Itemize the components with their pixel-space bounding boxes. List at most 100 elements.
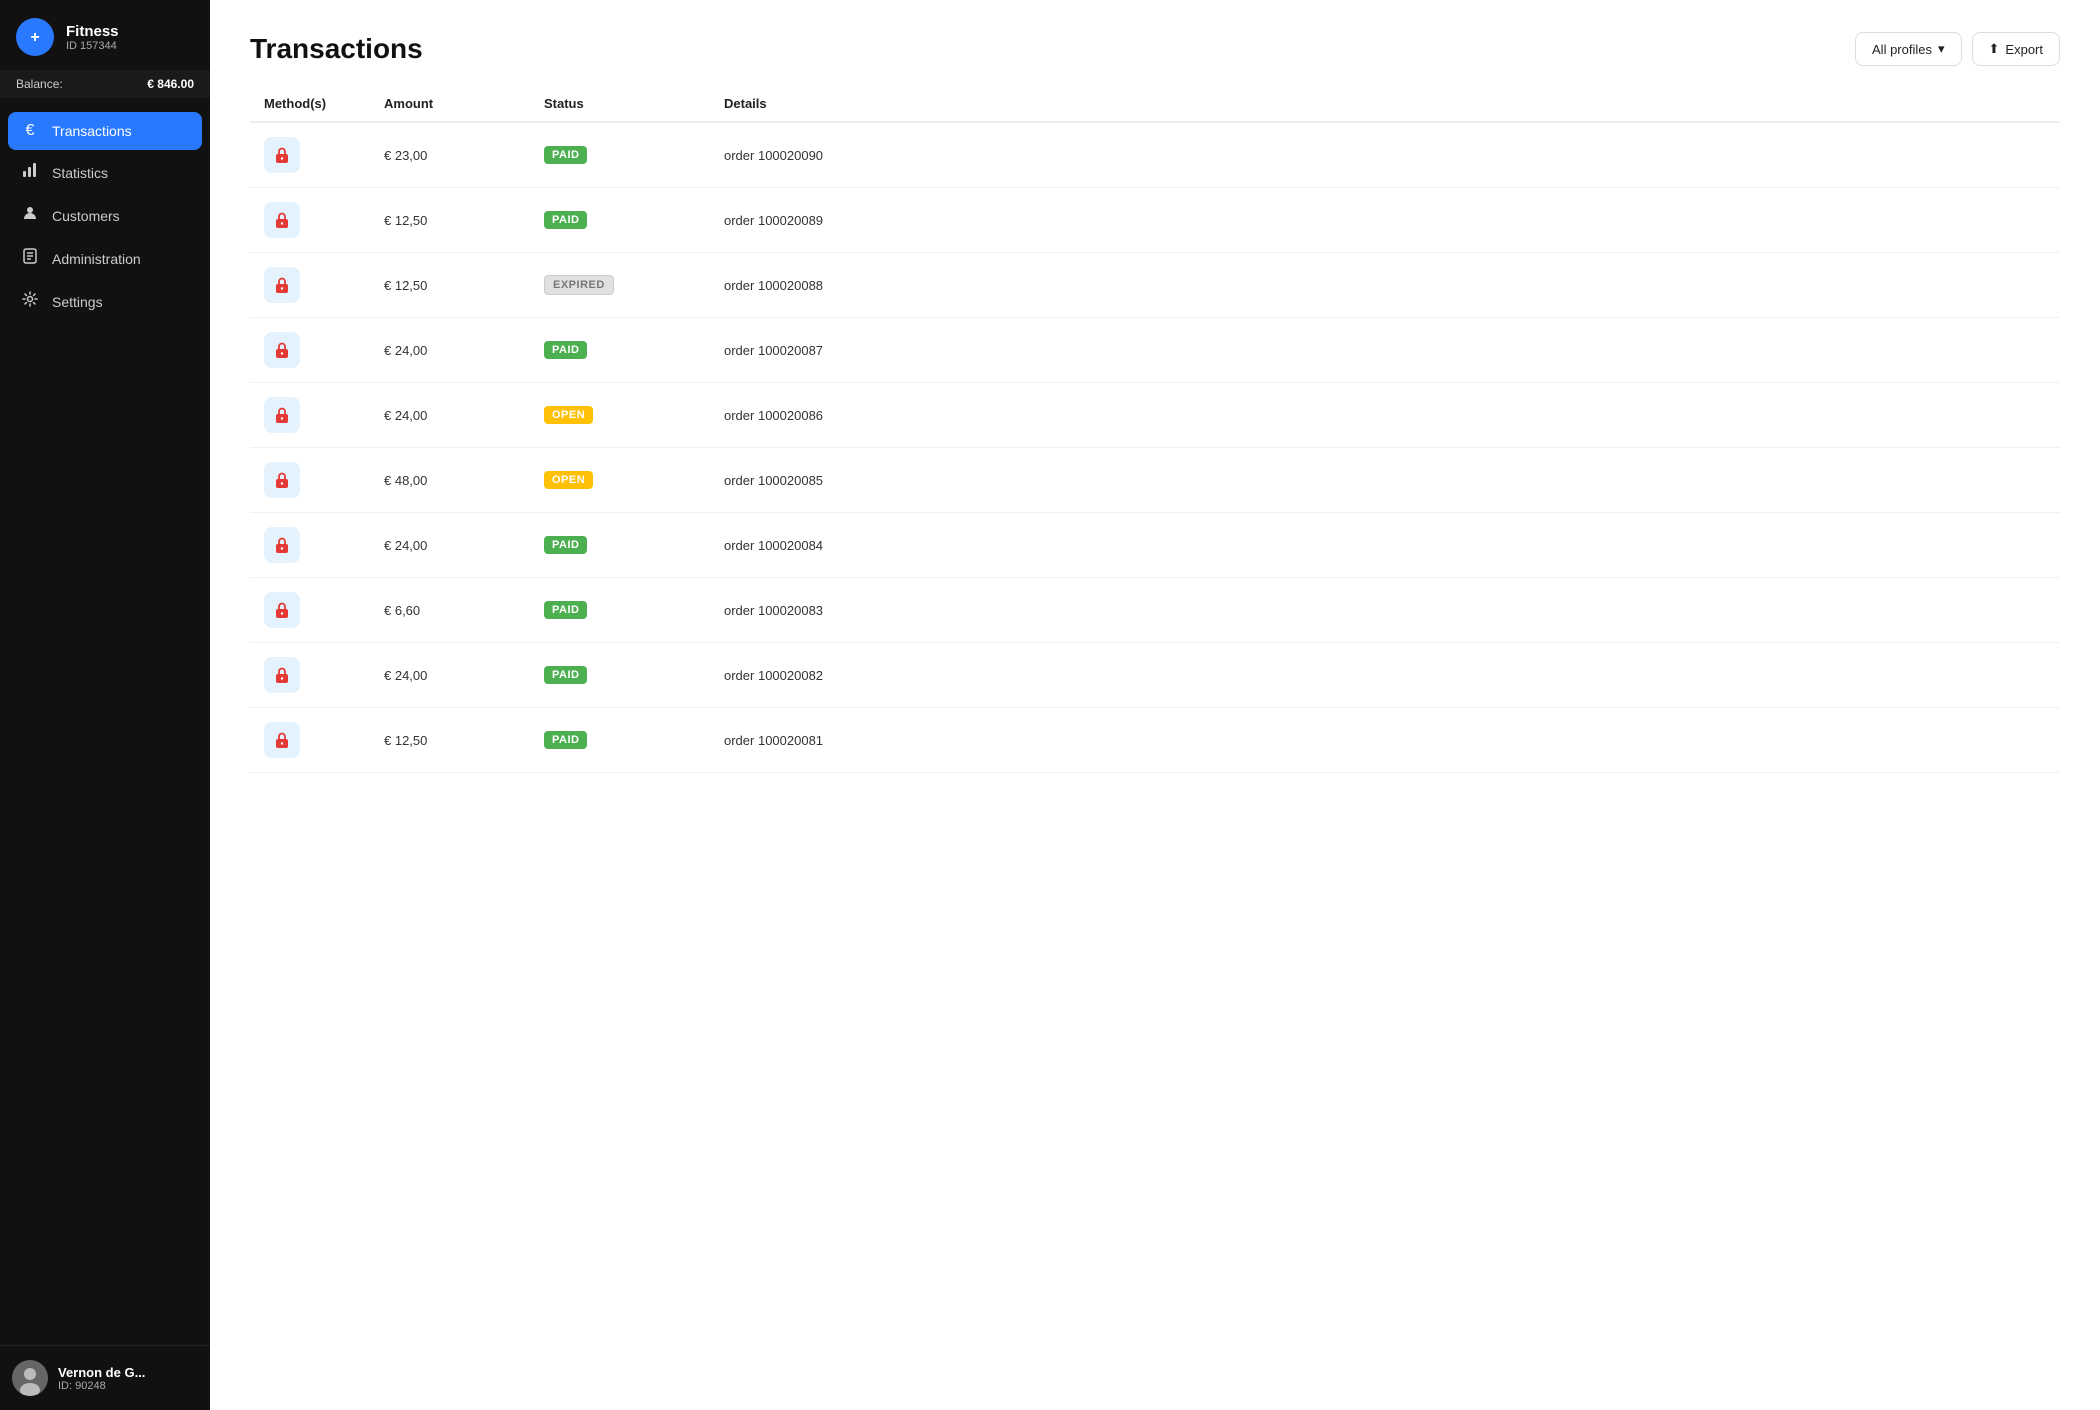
transactions-table-container: Method(s) Amount Status Details € 23,00 P…	[210, 86, 2100, 773]
cell-status: PAID	[530, 708, 710, 773]
cell-method	[250, 383, 370, 448]
status-badge: PAID	[544, 146, 587, 164]
cell-amount: € 24,00	[370, 318, 530, 383]
user-name: Vernon de G...	[58, 1365, 145, 1380]
page-header: Transactions All profiles ▾ ⬆ Export	[210, 0, 2100, 86]
cell-details: order 100020086	[710, 383, 2060, 448]
sidebar-item-settings[interactable]: Settings	[8, 281, 202, 322]
status-badge: PAID	[544, 731, 587, 749]
lock-icon	[264, 397, 300, 433]
brand-info: Fitness ID 157344	[66, 23, 119, 52]
status-badge: OPEN	[544, 471, 593, 489]
col-header-status: Status	[530, 86, 710, 122]
cell-amount: € 23,00	[370, 122, 530, 188]
cell-details: order 100020085	[710, 448, 2060, 513]
user-id: ID: 90248	[58, 1380, 145, 1392]
col-header-methods: Method(s)	[250, 86, 370, 122]
table-row[interactable]: € 12,50EXPIREDorder 100020088	[250, 253, 2060, 318]
cell-amount: € 48,00	[370, 448, 530, 513]
cell-method	[250, 122, 370, 188]
lock-icon	[264, 332, 300, 368]
cell-details: order 100020081	[710, 708, 2060, 773]
lock-icon	[264, 137, 300, 173]
cell-amount: € 24,00	[370, 383, 530, 448]
brand-block[interactable]: + Fitness ID 157344	[0, 0, 210, 70]
avatar	[12, 1360, 48, 1396]
balance-bar: Balance: € 846.00	[0, 70, 210, 98]
cell-amount: € 24,00	[370, 643, 530, 708]
cell-status: PAID	[530, 643, 710, 708]
euro-icon: €	[20, 122, 40, 140]
lock-icon	[264, 722, 300, 758]
table-row[interactable]: € 12,50PAIDorder 100020089	[250, 188, 2060, 253]
lock-icon	[264, 527, 300, 563]
chart-icon	[20, 162, 40, 183]
cell-method	[250, 318, 370, 383]
cell-status: EXPIRED	[530, 253, 710, 318]
cell-amount: € 6,60	[370, 578, 530, 643]
lock-icon	[264, 202, 300, 238]
nav-label-transactions: Transactions	[52, 123, 132, 139]
status-badge: OPEN	[544, 406, 593, 424]
cell-method	[250, 448, 370, 513]
nav-label-statistics: Statistics	[52, 165, 108, 181]
export-icon: ⬆	[1989, 41, 2000, 57]
lock-icon	[264, 267, 300, 303]
export-button[interactable]: ⬆ Export	[1972, 32, 2060, 66]
cell-status: PAID	[530, 513, 710, 578]
gear-icon	[20, 291, 40, 312]
chevron-down-icon: ▾	[1938, 41, 1945, 57]
cell-details: order 100020084	[710, 513, 2060, 578]
status-badge: PAID	[544, 601, 587, 619]
nav-label-administration: Administration	[52, 251, 141, 267]
table-row[interactable]: € 23,00 PAID order 100020090	[250, 122, 2060, 188]
status-badge: EXPIRED	[544, 275, 614, 295]
main-content: Transactions All profiles ▾ ⬆ Export Met…	[210, 0, 2100, 1410]
table-row[interactable]: € 24,00 OPEN order 100020086	[250, 383, 2060, 448]
table-row[interactable]: € 6,60 PAID order 100020083	[250, 578, 2060, 643]
brand-name: Fitness	[66, 23, 119, 40]
status-badge: PAID	[544, 211, 587, 229]
table-row[interactable]: € 24,00 PAID order 100020084	[250, 513, 2060, 578]
table-row[interactable]: € 48,00 OPEN order 100020085	[250, 448, 2060, 513]
cell-details: order 100020082	[710, 643, 2060, 708]
cell-status: OPEN	[530, 383, 710, 448]
balance-amount: € 846.00	[147, 77, 194, 91]
sidebar-item-statistics[interactable]: Statistics	[8, 152, 202, 193]
col-header-details: Details	[710, 86, 2060, 122]
all-profiles-button[interactable]: All profiles ▾	[1855, 32, 1962, 66]
status-badge: PAID	[544, 536, 587, 554]
table-row[interactable]: € 12,50 PAID order 100020081	[250, 708, 2060, 773]
sidebar-item-transactions[interactable]: € Transactions	[8, 112, 202, 150]
brand-id: ID 157344	[66, 40, 119, 52]
table-row[interactable]: € 24,00 PAID order 100020082	[250, 643, 2060, 708]
lock-icon	[264, 592, 300, 628]
status-badge: PAID	[544, 666, 587, 684]
cell-status: PAID	[530, 318, 710, 383]
lock-icon	[264, 657, 300, 693]
cell-details: order 100020088	[710, 253, 2060, 318]
lock-icon	[264, 462, 300, 498]
user-profile[interactable]: Vernon de G... ID: 90248	[0, 1345, 210, 1410]
table-row[interactable]: € 24,00PAIDorder 100020087	[250, 318, 2060, 383]
nav-label-settings: Settings	[52, 294, 103, 310]
doc-icon	[20, 248, 40, 269]
brand-logo-icon: +	[16, 18, 54, 56]
export-label: Export	[2005, 42, 2043, 57]
cell-details: order 100020089	[710, 188, 2060, 253]
cell-details: order 100020090	[710, 122, 2060, 188]
col-header-amount: Amount	[370, 86, 530, 122]
person-icon	[20, 205, 40, 226]
cell-amount: € 12,50	[370, 708, 530, 773]
cell-details: order 100020083	[710, 578, 2060, 643]
cell-amount: € 24,00	[370, 513, 530, 578]
svg-text:+: +	[30, 29, 39, 46]
header-actions: All profiles ▾ ⬆ Export	[1855, 32, 2060, 66]
sidebar-item-administration[interactable]: Administration	[8, 238, 202, 279]
cell-method	[250, 513, 370, 578]
sidebar-item-customers[interactable]: Customers	[8, 195, 202, 236]
user-info: Vernon de G... ID: 90248	[58, 1365, 145, 1392]
cell-method	[250, 578, 370, 643]
nav-list: € Transactions Statistics Customers	[0, 108, 210, 1345]
cell-status: PAID	[530, 188, 710, 253]
